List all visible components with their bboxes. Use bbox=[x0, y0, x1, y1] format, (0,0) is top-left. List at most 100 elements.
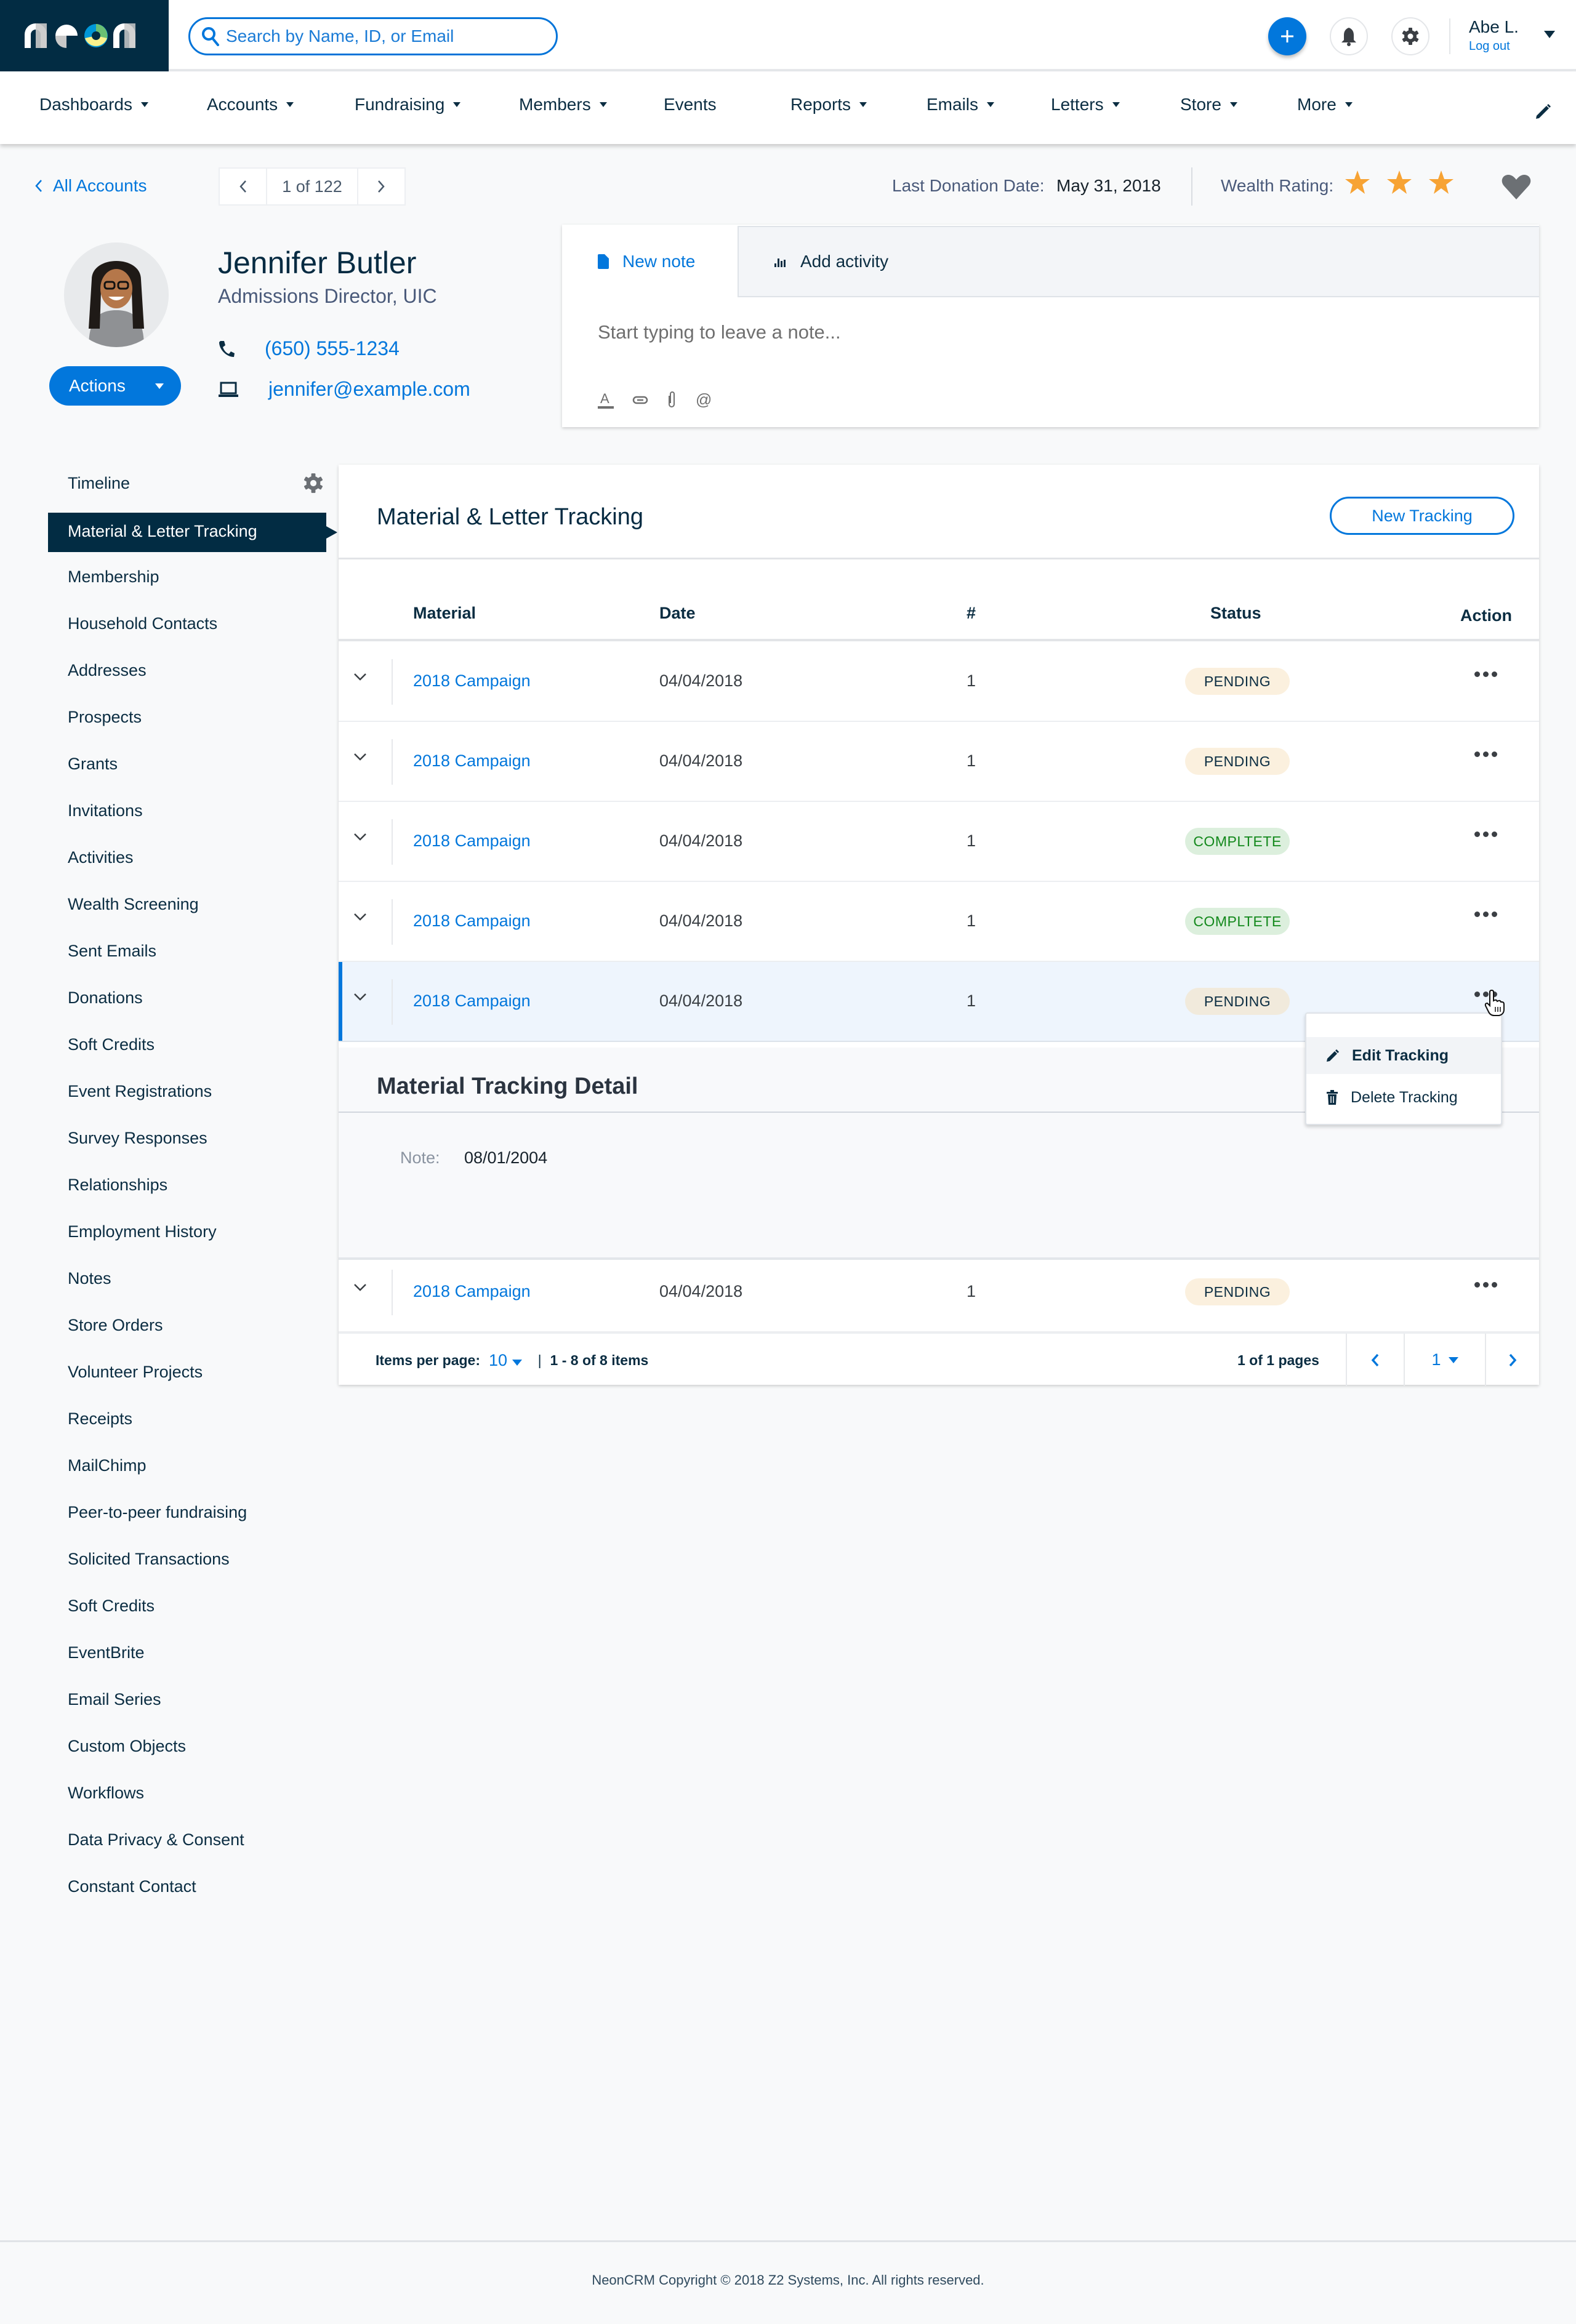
sidebar-item[interactable]: Timeline bbox=[68, 474, 130, 493]
sidebar-item[interactable]: Workflows bbox=[68, 1784, 144, 1803]
table-row[interactable]: 2018 Campaign 04/04/2018 1 PENDING bbox=[339, 722, 1539, 802]
items-per-page-select[interactable]: 10 bbox=[489, 1351, 522, 1370]
column-header-date[interactable]: Date bbox=[659, 604, 696, 623]
sidebar-item[interactable]: Donations bbox=[68, 988, 143, 1008]
sidebar-item[interactable]: Data Privacy & Consent bbox=[68, 1830, 244, 1849]
more-actions-button[interactable] bbox=[1474, 751, 1497, 757]
sidebar-item[interactable]: EventBrite bbox=[68, 1643, 145, 1662]
mention-icon[interactable]: @ bbox=[695, 392, 711, 408]
column-header-count[interactable]: # bbox=[967, 604, 976, 623]
table-row[interactable]: 2018 Campaign 04/04/2018 1 PENDING bbox=[339, 1252, 1539, 1332]
nav-reports[interactable]: Reports bbox=[790, 95, 867, 114]
tab-new-note[interactable]: New note bbox=[562, 225, 738, 299]
paperclip-icon[interactable] bbox=[667, 391, 677, 409]
user-menu-caret-icon[interactable] bbox=[1544, 31, 1555, 38]
material-link[interactable]: 2018 Campaign bbox=[413, 992, 531, 1011]
sidebar-item[interactable]: Volunteer Projects bbox=[68, 1363, 203, 1382]
actions-button[interactable]: Actions bbox=[49, 366, 181, 406]
sidebar-item[interactable]: Store Orders bbox=[68, 1316, 163, 1335]
sidebar-item[interactable]: Solicited Transactions bbox=[68, 1550, 230, 1569]
pencil-icon[interactable] bbox=[1534, 102, 1553, 121]
more-actions-button[interactable] bbox=[1474, 1282, 1497, 1288]
sidebar-item[interactable]: Notes bbox=[68, 1269, 111, 1288]
link-icon[interactable] bbox=[632, 395, 648, 405]
sidebar-item[interactable]: Email Series bbox=[68, 1690, 161, 1709]
chevron-down-icon[interactable] bbox=[353, 833, 367, 841]
sidebar-item[interactable]: Soft Credits bbox=[68, 1597, 155, 1616]
nav-accounts[interactable]: Accounts bbox=[207, 95, 294, 114]
text-color-icon[interactable]: A bbox=[598, 391, 614, 409]
sidebar-item[interactable]: Addresses bbox=[68, 661, 147, 680]
contact-phone[interactable]: (650) 555-1234 bbox=[218, 337, 400, 360]
delete-tracking-item[interactable]: Delete Tracking bbox=[1306, 1079, 1501, 1116]
sidebar-item[interactable]: Invitations bbox=[68, 801, 143, 820]
material-link[interactable]: 2018 Campaign bbox=[413, 912, 531, 931]
sidebar-item[interactable]: Household Contacts bbox=[68, 614, 217, 633]
chevron-down-icon[interactable] bbox=[353, 1283, 367, 1292]
settings-button[interactable] bbox=[1391, 17, 1429, 55]
previous-record-button[interactable] bbox=[220, 169, 266, 204]
material-link[interactable]: 2018 Campaign bbox=[413, 1282, 531, 1301]
nav-more[interactable]: More bbox=[1297, 95, 1353, 114]
neon-logo[interactable] bbox=[0, 0, 169, 71]
chevron-down-icon[interactable] bbox=[353, 993, 367, 1001]
sidebar-item[interactable]: Constant Contact bbox=[68, 1877, 196, 1896]
sidebar-item[interactable]: Grants bbox=[68, 755, 118, 774]
sidebar-item[interactable]: Soft Credits bbox=[68, 1035, 155, 1054]
gear-icon[interactable] bbox=[303, 473, 324, 494]
tab-add-activity[interactable]: Add activity bbox=[738, 226, 1539, 297]
sidebar-item[interactable]: Wealth Screening bbox=[68, 895, 199, 914]
sidebar-item[interactable]: Peer-to-peer fundraising bbox=[68, 1503, 247, 1522]
sidebar-item[interactable]: Custom Objects bbox=[68, 1737, 186, 1756]
previous-page-button[interactable] bbox=[1346, 1334, 1404, 1386]
sidebar-item[interactable]: Event Registrations bbox=[68, 1082, 212, 1101]
next-record-button[interactable] bbox=[358, 169, 404, 204]
sidebar-item[interactable]: Relationships bbox=[68, 1176, 167, 1195]
email-address[interactable]: jennifer@example.com bbox=[268, 378, 470, 401]
sidebar-item[interactable]: Survey Responses bbox=[68, 1129, 207, 1148]
new-tracking-button[interactable]: New Tracking bbox=[1330, 497, 1514, 535]
user-name[interactable]: Abe L. bbox=[1469, 17, 1519, 37]
search-box[interactable] bbox=[188, 17, 558, 55]
nav-emails[interactable]: Emails bbox=[927, 95, 995, 114]
chevron-down-icon[interactable] bbox=[353, 753, 367, 761]
sidebar-item[interactable]: Employment History bbox=[68, 1222, 217, 1241]
more-actions-button[interactable] bbox=[1474, 912, 1497, 917]
table-row[interactable]: 2018 Campaign 04/04/2018 1 COMPLTETE bbox=[339, 882, 1539, 962]
add-button[interactable] bbox=[1268, 17, 1306, 55]
nav-events[interactable]: Events bbox=[664, 95, 717, 114]
all-accounts-link[interactable]: All Accounts bbox=[34, 176, 147, 196]
more-actions-button[interactable] bbox=[1474, 831, 1497, 837]
nav-letters[interactable]: Letters bbox=[1051, 95, 1120, 114]
note-input[interactable] bbox=[598, 311, 1509, 354]
nav-members[interactable]: Members bbox=[519, 95, 607, 114]
nav-store[interactable]: Store bbox=[1180, 95, 1237, 114]
sidebar-item[interactable]: Prospects bbox=[68, 708, 142, 727]
more-actions-button[interactable] bbox=[1474, 671, 1497, 677]
page-select[interactable]: 1 bbox=[1404, 1334, 1485, 1386]
notifications-button[interactable] bbox=[1330, 17, 1368, 55]
table-row[interactable]: 2018 Campaign 04/04/2018 1 PENDING bbox=[339, 642, 1539, 722]
table-row[interactable]: 2018 Campaign 04/04/2018 1 COMPLTETE bbox=[339, 802, 1539, 882]
material-link[interactable]: 2018 Campaign bbox=[413, 671, 531, 691]
search-input[interactable] bbox=[226, 26, 546, 46]
nav-dashboards[interactable]: Dashboards bbox=[39, 95, 148, 114]
edit-tracking-item[interactable]: Edit Tracking bbox=[1306, 1037, 1501, 1074]
material-link[interactable]: 2018 Campaign bbox=[413, 751, 531, 771]
contact-email[interactable]: jennifer@example.com bbox=[218, 378, 470, 401]
next-page-button[interactable] bbox=[1485, 1334, 1539, 1386]
heart-icon[interactable] bbox=[1501, 174, 1532, 201]
sidebar-item[interactable]: Activities bbox=[68, 848, 134, 867]
column-header-material[interactable]: Material bbox=[413, 604, 476, 623]
chevron-down-icon[interactable] bbox=[353, 913, 367, 921]
material-link[interactable]: 2018 Campaign bbox=[413, 831, 531, 851]
sidebar-item[interactable]: MailChimp bbox=[68, 1456, 147, 1475]
column-header-status[interactable]: Status bbox=[1210, 604, 1261, 623]
phone-number[interactable]: (650) 555-1234 bbox=[265, 337, 400, 360]
chevron-down-icon[interactable] bbox=[353, 673, 367, 681]
nav-fundraising[interactable]: Fundraising bbox=[355, 95, 461, 114]
sidebar-item[interactable]: Sent Emails bbox=[68, 942, 156, 961]
logout-link[interactable]: Log out bbox=[1469, 39, 1510, 54]
sidebar-item[interactable]: Receipts bbox=[68, 1409, 132, 1428]
sidebar-item[interactable]: Membership bbox=[68, 567, 159, 587]
